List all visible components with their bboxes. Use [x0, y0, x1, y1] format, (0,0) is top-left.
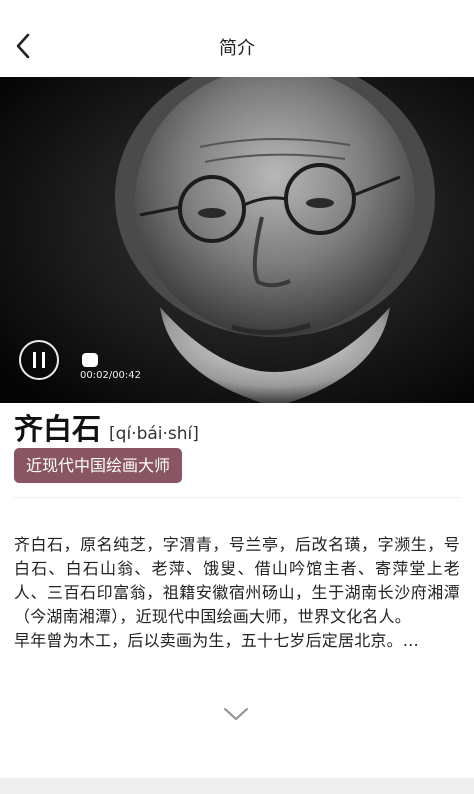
header-bar: 简介 — [0, 0, 474, 76]
person-pinyin: [qí·bái·shí] — [109, 424, 199, 444]
chevron-down-icon — [223, 707, 249, 721]
bio-text: 齐白石，原名纯芝，字渭青，号兰亭，后改名璜，字濒生，号白石、白石山翁、老萍、饿叟… — [14, 533, 460, 653]
pause-button[interactable] — [19, 340, 59, 380]
expand-button[interactable] — [222, 700, 250, 728]
title-tag: 近现代中国绘画大师 — [14, 448, 183, 483]
portrait-video[interactable] — [0, 77, 474, 403]
bio-paragraph: 早年曾为木工，后以卖画为生，五十七岁后定居北京。… — [14, 631, 420, 650]
name-row: 齐白石 [qí·bái·shí] — [14, 406, 199, 448]
bio-paragraph: 齐白石，原名纯芝，字渭青，号兰亭，后改名璜，字濒生，号白石、白石山翁、老萍、饿叟… — [14, 535, 460, 626]
page-title: 简介 — [219, 38, 255, 59]
playback-time: 00:02/00:42 — [80, 370, 142, 381]
pause-icon — [33, 352, 36, 368]
person-name: 齐白石 — [14, 412, 102, 446]
bottom-bar — [0, 778, 474, 794]
divider — [14, 497, 460, 498]
portrait-image — [0, 77, 474, 403]
progress-handle[interactable] — [82, 353, 98, 367]
